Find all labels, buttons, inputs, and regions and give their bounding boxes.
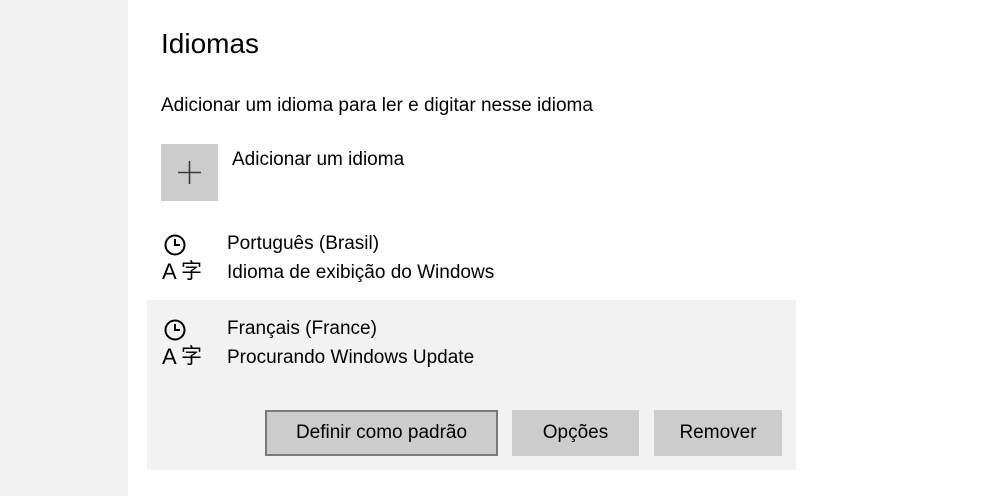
language-name: Português (Brasil)	[227, 233, 380, 254]
remove-button[interactable]: Remover	[654, 410, 782, 456]
plus-icon	[178, 161, 201, 184]
add-language-label: Adicionar um idioma	[232, 149, 405, 170]
set-default-button[interactable]: Definir como padrão	[265, 410, 498, 456]
svg-text:字: 字	[181, 259, 202, 283]
section-description: Adicionar um idioma para ler e digitar n…	[161, 95, 593, 116]
plus-tile[interactable]	[161, 144, 218, 201]
left-navigation-rail	[0, 0, 128, 496]
language-item-portuguese-brazil[interactable]: A 字 Português (Brasil) Idioma de exibiçã…	[147, 222, 796, 298]
add-language-button[interactable]: Adicionar um idioma	[161, 144, 481, 202]
svg-text:A: A	[162, 344, 177, 368]
language-item-french-france[interactable]: A 字 Français (France) Procurando Windows…	[147, 300, 796, 470]
language-status: Procurando Windows Update	[227, 347, 475, 368]
svg-text:字: 字	[181, 344, 202, 368]
language-clock-icon: A 字	[162, 319, 202, 368]
language-status: Idioma de exibição do Windows	[227, 262, 495, 283]
svg-text:A: A	[162, 259, 177, 283]
page-title: Idiomas	[161, 28, 260, 59]
options-button[interactable]: Opções	[512, 410, 639, 456]
language-name: Français (France)	[227, 318, 377, 339]
language-clock-icon: A 字	[162, 234, 202, 283]
